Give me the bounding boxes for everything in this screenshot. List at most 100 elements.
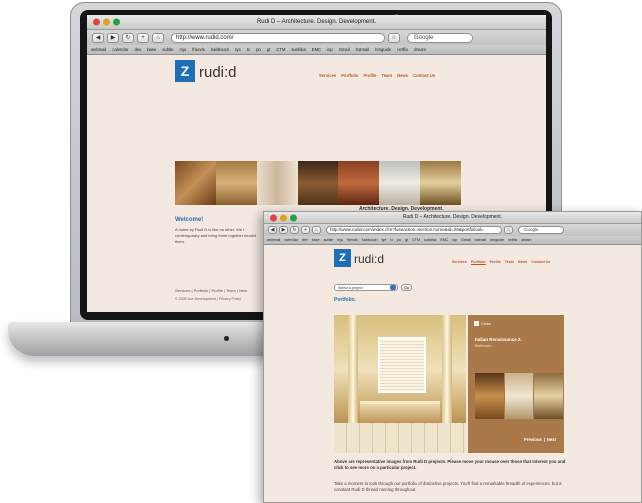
back-button[interactable]: ◀ bbox=[92, 32, 104, 43]
project-thumbnail[interactable] bbox=[534, 373, 564, 419]
bookmark-item[interactable]: iop bbox=[452, 236, 457, 244]
reload-icon[interactable]: ↻ bbox=[122, 32, 134, 43]
bookmark-item[interactable]: tye bbox=[382, 236, 387, 244]
project-photo[interactable] bbox=[334, 315, 466, 453]
bookmark-item[interactable]: netflix bbox=[397, 45, 408, 54]
logo-icon[interactable]: Z bbox=[334, 249, 351, 267]
bookmark-item[interactable]: hotmail bbox=[356, 45, 370, 54]
minimize-window-button[interactable] bbox=[280, 214, 287, 221]
hero-photo-strip bbox=[175, 161, 462, 205]
nav-team[interactable]: Team bbox=[505, 260, 514, 265]
hero-photo bbox=[256, 161, 298, 205]
nav-contact[interactable]: Contact Us bbox=[531, 260, 550, 265]
bookmark-item[interactable]: mju bbox=[337, 236, 343, 244]
title-bar: Rudi D – Architecture. Design. Developme… bbox=[264, 212, 641, 224]
bookmark-item[interactable]: habbouch bbox=[362, 236, 378, 244]
bookmark-item[interactable]: hotmail bbox=[475, 236, 487, 244]
bookmark-item[interactable]: friends bbox=[192, 45, 205, 54]
bookmark-item[interactable]: subtle bbox=[162, 45, 173, 54]
add-icon[interactable]: + bbox=[301, 226, 310, 234]
forward-button[interactable]: ▶ bbox=[279, 226, 288, 234]
close-window-button[interactable] bbox=[270, 214, 277, 221]
close-window-button[interactable] bbox=[93, 18, 100, 26]
address-bar[interactable]: http://www.rudid.com/ bbox=[171, 32, 385, 43]
go-button[interactable]: Go bbox=[401, 284, 412, 291]
bookmark-item[interactable]: gt bbox=[267, 45, 271, 54]
bookmark-item[interactable]: tx bbox=[390, 236, 393, 244]
nav-services[interactable]: Services bbox=[452, 260, 467, 265]
back-button[interactable]: ◀ bbox=[268, 226, 277, 234]
project-thumbnail[interactable] bbox=[504, 373, 534, 419]
nav-team[interactable]: Team bbox=[381, 73, 392, 78]
nav-services[interactable]: Services bbox=[319, 73, 336, 78]
nav-profile[interactable]: Profile bbox=[363, 73, 376, 78]
welcome-heading: Welcome! bbox=[175, 217, 204, 223]
logo-icon[interactable]: Z bbox=[175, 60, 195, 82]
bookmark-item[interactable]: tx bbox=[247, 45, 250, 54]
search-input[interactable]: Google bbox=[407, 32, 473, 43]
browser-window-portfolio: Rudi D – Architecture. Design. Developme… bbox=[263, 211, 642, 503]
nav-profile[interactable]: Profile bbox=[490, 260, 501, 265]
bookmark-item[interactable]: dream bbox=[414, 45, 426, 54]
project-detail-panel: × Close Italian Renaissance 2. Bathroom … bbox=[468, 315, 564, 453]
bookmark-item[interactable]: po bbox=[397, 236, 401, 244]
bookmarks-bar: webmail calendar dev base subtle mju fri… bbox=[87, 45, 546, 55]
window-title: Rudi D – Architecture. Design. Developme… bbox=[402, 214, 503, 220]
next-button[interactable]: Next bbox=[547, 437, 556, 442]
bookmark-item[interactable]: CTM bbox=[412, 236, 420, 244]
project-select[interactable]: Select a project bbox=[334, 284, 398, 291]
bookmark-icon[interactable]: ☆ bbox=[504, 226, 513, 234]
bookmark-item[interactable]: netflix bbox=[508, 236, 517, 244]
home-icon[interactable]: ⌂ bbox=[312, 226, 321, 234]
reload-icon[interactable]: ↻ bbox=[290, 226, 299, 234]
search-input[interactable]: Google bbox=[518, 226, 564, 234]
bookmark-item[interactable]: webmail bbox=[91, 45, 106, 54]
bookmark-item[interactable]: tye bbox=[235, 45, 241, 54]
nav-portfolio[interactable]: Portfolio bbox=[341, 73, 358, 78]
nav-portfolio[interactable]: Portfolio bbox=[470, 260, 486, 265]
bookmark-item[interactable]: subtle bbox=[324, 236, 334, 244]
bookmark-item[interactable]: calendar bbox=[112, 45, 128, 54]
bookmark-item[interactable]: hmguide bbox=[375, 45, 391, 54]
hero-photo bbox=[215, 161, 257, 205]
bookmark-item[interactable]: iop bbox=[327, 45, 333, 54]
bookmark-icon[interactable]: ☆ bbox=[388, 32, 400, 43]
close-button[interactable]: × Close bbox=[474, 321, 491, 326]
bookmark-item[interactable]: Gmail bbox=[461, 236, 470, 244]
previous-button[interactable]: Previous bbox=[524, 437, 542, 442]
nav-news[interactable]: News bbox=[518, 260, 527, 265]
bookmark-item[interactable]: webmail bbox=[267, 236, 280, 244]
zoom-window-button[interactable] bbox=[290, 214, 297, 221]
bookmark-item[interactable]: dev bbox=[302, 236, 308, 244]
nav-news[interactable]: News bbox=[397, 73, 408, 78]
footer-links[interactable]: Services | Portfolio | Profile | Team | … bbox=[175, 288, 247, 293]
address-bar[interactable]: http://www.rudid.com/index.cfm?fuseactio… bbox=[326, 226, 502, 234]
project-thumbnail[interactable] bbox=[475, 373, 504, 419]
main-nav: Services Portfolio Profile Team News Con… bbox=[452, 260, 550, 265]
nav-contact[interactable]: Contact Us bbox=[413, 73, 435, 78]
hero-photo bbox=[175, 161, 216, 205]
minimize-window-button[interactable] bbox=[103, 18, 110, 26]
bookmark-item[interactable]: calendar bbox=[284, 236, 298, 244]
bookmark-item[interactable]: habbouch bbox=[211, 45, 229, 54]
bookmark-item[interactable]: EMC bbox=[312, 45, 321, 54]
bookmark-item[interactable]: Gmail bbox=[339, 45, 350, 54]
bookmark-item[interactable]: CTM bbox=[276, 45, 285, 54]
bookmark-item[interactable]: mju bbox=[180, 45, 187, 54]
bookmark-item[interactable]: hmguide bbox=[490, 236, 504, 244]
bookmark-item[interactable]: base bbox=[147, 45, 156, 54]
bookmark-item[interactable]: EMC bbox=[440, 236, 448, 244]
bookmark-item[interactable]: sushiba bbox=[291, 45, 305, 54]
bookmark-item[interactable]: friends bbox=[347, 236, 358, 244]
bookmark-item[interactable]: gt bbox=[405, 236, 408, 244]
bookmark-item[interactable]: po bbox=[256, 45, 261, 54]
bookmark-item[interactable]: dream bbox=[521, 236, 531, 244]
forward-button[interactable]: ▶ bbox=[107, 32, 119, 43]
project-title: Italian Renaissance 2. bbox=[475, 337, 522, 342]
bookmark-item[interactable]: dev bbox=[134, 45, 141, 54]
add-icon[interactable]: + bbox=[137, 32, 149, 43]
zoom-window-button[interactable] bbox=[113, 18, 120, 26]
bookmark-item[interactable]: sushiba bbox=[424, 236, 436, 244]
bookmark-item[interactable]: base bbox=[312, 236, 320, 244]
home-icon[interactable]: ⌂ bbox=[152, 32, 164, 43]
